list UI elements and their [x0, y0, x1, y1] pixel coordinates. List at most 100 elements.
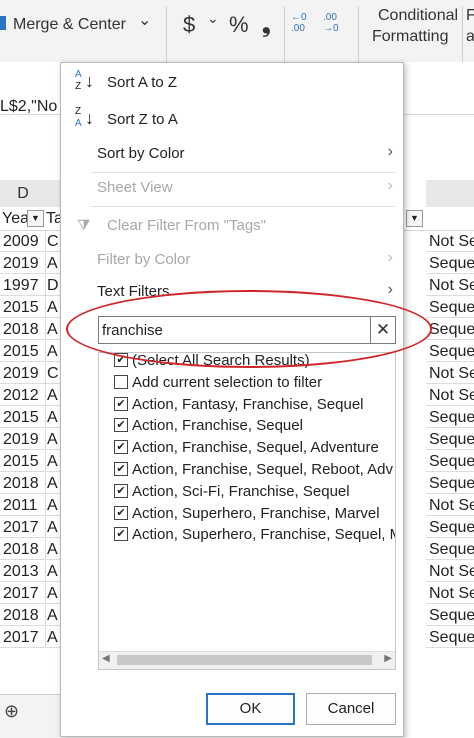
year-cell[interactable]: 2019 [0, 429, 46, 450]
header-cell-next[interactable]: ▼ [404, 207, 426, 231]
year-cell[interactable]: 2015 [0, 297, 46, 318]
filter-values-list: ✔ (Select All Search Results) Add current … [98, 352, 396, 670]
ok-button[interactable]: OK [206, 693, 295, 725]
status-cell[interactable]: Seque [426, 341, 474, 362]
filter-search-input[interactable] [101, 319, 370, 341]
sort-az-item[interactable]: A Z ↓ Sort A to Z [61, 69, 403, 99]
status-cell[interactable]: Seque [426, 451, 474, 472]
column-header-d[interactable]: D [0, 180, 47, 208]
filter-by-color-label: Filter by Color [97, 251, 191, 268]
filter-list-item[interactable]: ✔ Action, Sci-Fi, Franchise, Sequel [114, 481, 350, 503]
status-cell[interactable]: Seque [426, 539, 474, 560]
conditional-formatting-line1[interactable]: Conditional [378, 7, 458, 25]
filter-list-item-label: Action, Franchise, Sequel, Adventure [132, 439, 379, 457]
year-cell[interactable]: 1997 [0, 275, 46, 296]
ribbon-edge-label-top: F [466, 7, 474, 24]
column-header-status[interactable] [426, 180, 474, 208]
header-cell-status[interactable] [426, 207, 474, 231]
checkbox-checked-icon[interactable]: ✔ [114, 527, 128, 542]
year-cell[interactable]: 2015 [0, 341, 46, 362]
year-cell[interactable]: 2018 [0, 473, 46, 494]
year-cell[interactable]: 2015 [0, 451, 46, 472]
filter-list-item[interactable]: Add current selection to filter [114, 372, 322, 394]
filter-list-item[interactable]: ✔ Action, Fantasy, Franchise, Sequel [114, 394, 364, 416]
increase-decimal-button[interactable]: ←0 .00 [291, 12, 317, 34]
status-cell[interactable]: Not Se [426, 495, 474, 516]
year-cell[interactable]: 2017 [0, 627, 46, 648]
status-cell[interactable]: Seque [426, 605, 474, 626]
cancel-button[interactable]: Cancel [306, 693, 396, 725]
year-cell[interactable]: 2017 [0, 583, 46, 604]
header-cell-year[interactable]: Yea ▼ [0, 207, 47, 231]
year-cell[interactable]: 2015 [0, 407, 46, 428]
status-cell[interactable]: Not Se [426, 275, 474, 296]
filter-list-item[interactable]: ✔ Action, Franchise, Sequel [114, 415, 303, 437]
sort-az-icon: A Z ↓ [75, 69, 94, 92]
filter-dropdown-year-icon[interactable]: ▼ [27, 210, 44, 227]
year-cell[interactable]: 2019 [0, 253, 46, 274]
year-cell[interactable]: 2012 [0, 385, 46, 406]
scroll-thumb[interactable] [117, 655, 372, 665]
status-cell[interactable]: Seque [426, 407, 474, 428]
checkbox-checked-icon[interactable]: ✔ [114, 353, 128, 368]
filter-list-item[interactable]: ✔ Action, Superhero, Franchise, Sequel, M [114, 524, 395, 546]
clear-search-icon[interactable]: ✕ [370, 317, 395, 343]
status-cell[interactable]: Seque [426, 627, 474, 648]
status-cell[interactable]: Seque [426, 297, 474, 318]
year-cell[interactable]: 2018 [0, 539, 46, 560]
checkbox-checked-icon[interactable]: ✔ [114, 418, 128, 433]
merge-center-icon[interactable] [0, 16, 6, 30]
clear-filter-item[interactable]: ⧩ Clear Filter From "Tags" [61, 215, 403, 239]
status-cell[interactable]: Seque [426, 319, 474, 340]
year-cell[interactable]: 2011 [0, 495, 46, 516]
filter-list-item[interactable]: ✔ Action, Franchise, Sequel, Adventure [114, 437, 379, 459]
merge-center-button[interactable]: Merge & Center [13, 16, 126, 34]
filter-list-item-label: Action, Franchise, Sequel [132, 417, 303, 435]
year-cell[interactable]: 2013 [0, 561, 46, 582]
status-cell[interactable]: Not Se [426, 363, 474, 384]
percent-format-button[interactable]: % [229, 12, 249, 38]
list-horizontal-scrollbar[interactable]: ◀ ▶ [99, 651, 395, 669]
status-cell[interactable]: Not Se [426, 583, 474, 604]
sort-za-item[interactable]: Z A ↓ Sort Z to A [61, 106, 403, 136]
filter-by-color-chevron-icon: › [387, 249, 393, 266]
status-cell[interactable]: Not Se [426, 385, 474, 406]
status-cell[interactable]: Seque [426, 253, 474, 274]
year-cell[interactable]: 2018 [0, 319, 46, 340]
checkbox-unchecked-icon[interactable] [114, 374, 128, 389]
checkbox-checked-icon[interactable]: ✔ [114, 462, 128, 477]
year-cell[interactable]: 2018 [0, 605, 46, 626]
checkbox-checked-icon[interactable]: ✔ [114, 483, 128, 498]
filter-list-item[interactable]: ✔ Action, Superhero, Franchise, Marvel [114, 503, 380, 525]
sheet-view-chevron-icon: › [387, 177, 393, 194]
scroll-right-icon[interactable]: ▶ [384, 653, 392, 664]
status-cell[interactable]: Seque [426, 517, 474, 538]
scroll-left-icon[interactable]: ◀ [102, 653, 110, 664]
year-cell[interactable]: 2019 [0, 363, 46, 384]
text-filters-item[interactable]: Text Filters › [61, 281, 403, 305]
currency-format-button[interactable]: $ [183, 12, 195, 38]
comma-style-button[interactable]: ❟ [262, 12, 271, 38]
currency-dropdown-icon[interactable]: ⌄ [207, 10, 219, 27]
status-cell[interactable]: Seque [426, 429, 474, 450]
filter-dropdown-next-icon[interactable]: ▼ [406, 210, 423, 227]
filter-by-color-item[interactable]: Filter by Color › [61, 249, 403, 273]
status-cell[interactable]: Not Se [426, 231, 474, 252]
sort-by-color-item[interactable]: Sort by Color › [61, 143, 403, 167]
add-sheet-icon[interactable]: ⊕ [4, 701, 19, 722]
checkbox-checked-icon[interactable]: ✔ [114, 505, 128, 520]
checkbox-checked-icon[interactable]: ✔ [114, 440, 128, 455]
status-cell[interactable]: Seque [426, 473, 474, 494]
decrease-decimal-button[interactable]: .00 →0 [323, 12, 349, 34]
sheet-view-item[interactable]: Sheet View › [61, 177, 403, 201]
checkbox-checked-icon[interactable]: ✔ [114, 396, 128, 411]
sort-az-label: Sort A to Z [107, 74, 178, 91]
year-cell[interactable]: 2017 [0, 517, 46, 538]
status-cell[interactable]: Not Se [426, 561, 474, 582]
conditional-formatting-line2[interactable]: Formatting [372, 28, 448, 46]
merge-center-dropdown-icon[interactable]: ⌄ [138, 10, 151, 30]
filter-list-item[interactable]: ✔ Action, Franchise, Sequel, Reboot, Adv [114, 459, 393, 481]
filter-list-item-label: Add current selection to filter [132, 373, 323, 391]
year-cell[interactable]: 2009 [0, 231, 46, 252]
filter-list-item[interactable]: ✔ (Select All Search Results) [114, 353, 310, 372]
